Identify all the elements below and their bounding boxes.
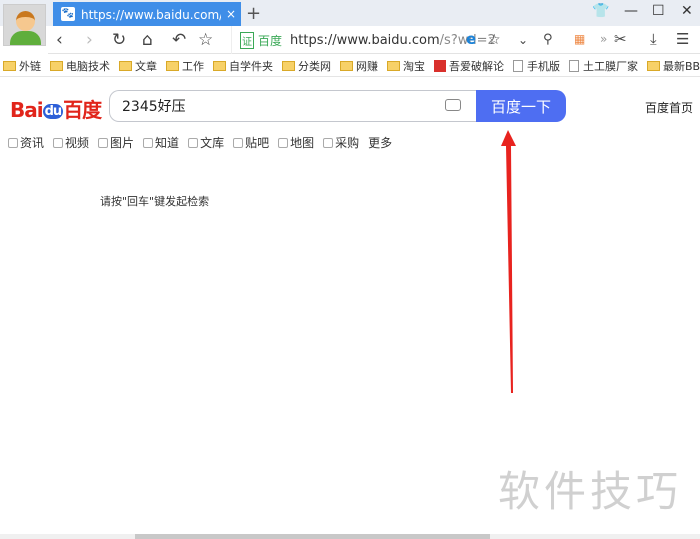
horizontal-scrollbar[interactable] — [0, 534, 700, 539]
scrollbar-thumb[interactable] — [135, 534, 490, 539]
watermark: 软件技巧 — [498, 467, 683, 516]
